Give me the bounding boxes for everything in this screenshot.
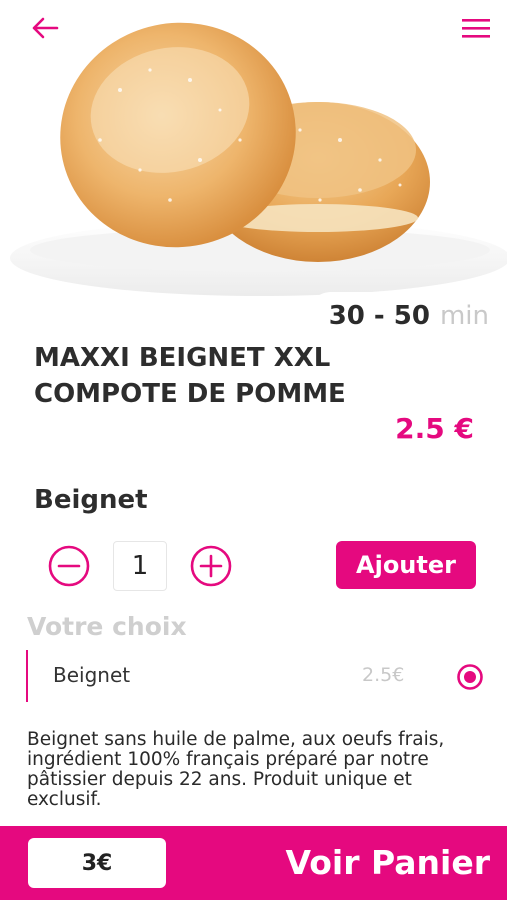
radio-selected-icon[interactable] <box>456 663 484 691</box>
delivery-time-unit: min <box>439 301 489 331</box>
minus-circle-icon[interactable] <box>48 545 90 587</box>
plus-circle-icon[interactable] <box>190 545 232 587</box>
option-accent-bar <box>26 650 28 702</box>
quantity-field[interactable]: 1 <box>113 541 167 591</box>
view-cart-button[interactable]: Voir Panier <box>240 834 490 890</box>
product-category: Beignet <box>34 485 148 515</box>
donut-illustration <box>0 0 507 340</box>
product-price: 2.5 € <box>395 412 474 445</box>
product-description: Beignet sans huile de palme, aux oeufs f… <box>27 729 445 810</box>
hamburger-menu-icon <box>462 19 490 38</box>
add-to-cart-button[interactable]: Ajouter <box>336 541 476 589</box>
option-price: 2.5€ <box>362 664 405 686</box>
option-beignet[interactable]: Beignet 2.5€ <box>26 650 488 702</box>
arrow-left-icon <box>32 17 59 39</box>
back-button[interactable] <box>25 8 65 48</box>
option-label: Beignet <box>53 663 131 687</box>
product-title: MAXXI BEIGNET XXL COMPOTE DE POMME <box>34 343 346 409</box>
choice-heading: Votre choix <box>27 612 187 641</box>
cart-total: 3€ <box>28 838 166 888</box>
product-image <box>0 0 507 340</box>
delivery-time-range: 30 - 50 <box>328 301 430 331</box>
menu-button[interactable] <box>456 8 496 48</box>
delivery-time: 30 - 50 min <box>307 292 507 340</box>
